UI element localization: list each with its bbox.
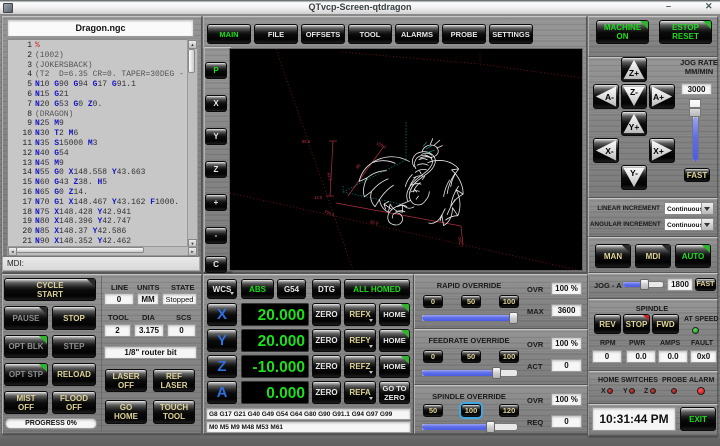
svg-text:55.6: 55.6 <box>302 139 311 144</box>
svg-text:14.0: 14.0 <box>314 195 323 200</box>
